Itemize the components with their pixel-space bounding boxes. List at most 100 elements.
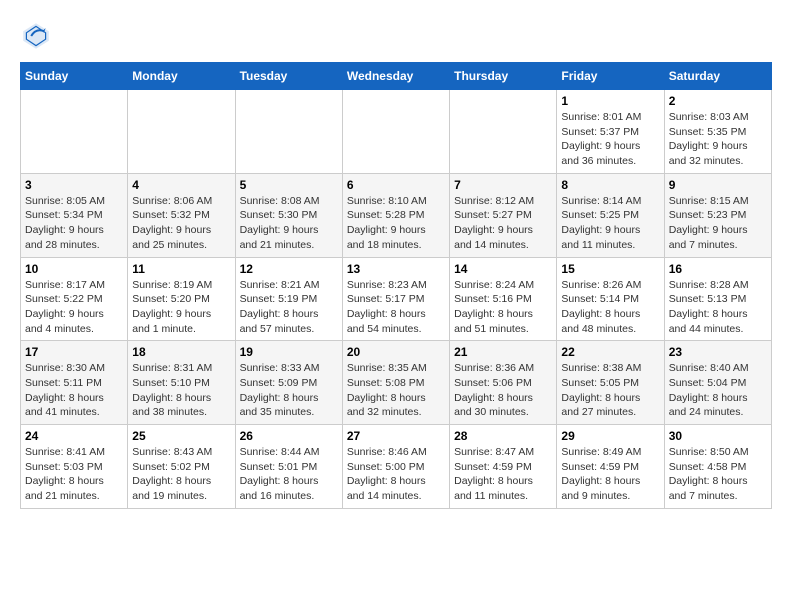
day-number: 6 [347,178,445,192]
header [20,20,772,52]
day-info: Sunrise: 8:23 AM Sunset: 5:17 PM Dayligh… [347,278,445,337]
calendar-week-row: 10 Sunrise: 8:17 AM Sunset: 5:22 PM Dayli… [21,257,772,341]
day-number: 12 [240,262,338,276]
day-number: 29 [561,429,659,443]
day-info: Sunrise: 8:35 AM Sunset: 5:08 PM Dayligh… [347,361,445,420]
day-number: 30 [669,429,767,443]
calendar-cell: 18 Sunrise: 8:31 AM Sunset: 5:10 PM Dayli… [128,341,235,425]
day-number: 15 [561,262,659,276]
calendar-cell: 5 Sunrise: 8:08 AM Sunset: 5:30 PM Daylig… [235,173,342,257]
calendar-cell: 1 Sunrise: 8:01 AM Sunset: 5:37 PM Daylig… [557,90,664,174]
day-info: Sunrise: 8:03 AM Sunset: 5:35 PM Dayligh… [669,110,767,169]
calendar-cell: 22 Sunrise: 8:38 AM Sunset: 5:05 PM Dayli… [557,341,664,425]
weekday-header: Thursday [450,63,557,90]
calendar-cell: 26 Sunrise: 8:44 AM Sunset: 5:01 PM Dayli… [235,425,342,509]
calendar-cell: 8 Sunrise: 8:14 AM Sunset: 5:25 PM Daylig… [557,173,664,257]
calendar-cell [235,90,342,174]
calendar-cell: 7 Sunrise: 8:12 AM Sunset: 5:27 PM Daylig… [450,173,557,257]
calendar-cell: 12 Sunrise: 8:21 AM Sunset: 5:19 PM Dayli… [235,257,342,341]
day-info: Sunrise: 8:30 AM Sunset: 5:11 PM Dayligh… [25,361,123,420]
calendar-cell: 27 Sunrise: 8:46 AM Sunset: 5:00 PM Dayli… [342,425,449,509]
day-info: Sunrise: 8:17 AM Sunset: 5:22 PM Dayligh… [25,278,123,337]
calendar-cell: 6 Sunrise: 8:10 AM Sunset: 5:28 PM Daylig… [342,173,449,257]
weekday-header: Saturday [664,63,771,90]
day-number: 7 [454,178,552,192]
day-number: 1 [561,94,659,108]
day-info: Sunrise: 8:41 AM Sunset: 5:03 PM Dayligh… [25,445,123,504]
calendar-cell: 25Sunrise: 8:43 AM Sunset: 5:02 PM Dayli… [128,425,235,509]
day-info: Sunrise: 8:05 AM Sunset: 5:34 PM Dayligh… [25,194,123,253]
day-info: Sunrise: 8:10 AM Sunset: 5:28 PM Dayligh… [347,194,445,253]
weekday-header: Monday [128,63,235,90]
calendar-cell: 17 Sunrise: 8:30 AM Sunset: 5:11 PM Dayli… [21,341,128,425]
calendar-cell: 10 Sunrise: 8:17 AM Sunset: 5:22 PM Dayli… [21,257,128,341]
day-number: 19 [240,345,338,359]
calendar-week-row: 24 Sunrise: 8:41 AM Sunset: 5:03 PM Dayli… [21,425,772,509]
day-number: 2 [669,94,767,108]
day-info: Sunrise: 8:40 AM Sunset: 5:04 PM Dayligh… [669,361,767,420]
calendar-header-row: SundayMondayTuesdayWednesdayThursdayFrid… [21,63,772,90]
calendar-cell: 3 Sunrise: 8:05 AM Sunset: 5:34 PM Daylig… [21,173,128,257]
day-info: Sunrise: 8:33 AM Sunset: 5:09 PM Dayligh… [240,361,338,420]
calendar-cell [450,90,557,174]
day-number: 27 [347,429,445,443]
day-info: Sunrise: 8:21 AM Sunset: 5:19 PM Dayligh… [240,278,338,337]
day-number: 8 [561,178,659,192]
day-number: 25 [132,429,230,443]
calendar-cell: 4Sunrise: 8:06 AM Sunset: 5:32 PM Daylig… [128,173,235,257]
weekday-header: Tuesday [235,63,342,90]
calendar-cell: 13 Sunrise: 8:23 AM Sunset: 5:17 PM Dayli… [342,257,449,341]
day-number: 26 [240,429,338,443]
day-number: 16 [669,262,767,276]
day-number: 23 [669,345,767,359]
calendar-cell: 19 Sunrise: 8:33 AM Sunset: 5:09 PM Dayli… [235,341,342,425]
calendar-week-row: 17 Sunrise: 8:30 AM Sunset: 5:11 PM Dayli… [21,341,772,425]
day-info: Sunrise: 8:26 AM Sunset: 5:14 PM Dayligh… [561,278,659,337]
calendar-cell: 30Sunrise: 8:50 AM Sunset: 4:58 PM Dayli… [664,425,771,509]
calendar-cell: 23 Sunrise: 8:40 AM Sunset: 5:04 PM Dayli… [664,341,771,425]
day-number: 17 [25,345,123,359]
day-info: Sunrise: 8:44 AM Sunset: 5:01 PM Dayligh… [240,445,338,504]
calendar-cell: 20 Sunrise: 8:35 AM Sunset: 5:08 PM Dayli… [342,341,449,425]
calendar: SundayMondayTuesdayWednesdayThursdayFrid… [20,62,772,509]
day-number: 10 [25,262,123,276]
day-info: Sunrise: 8:31 AM Sunset: 5:10 PM Dayligh… [132,361,230,420]
day-info: Sunrise: 8:28 AM Sunset: 5:13 PM Dayligh… [669,278,767,337]
day-info: Sunrise: 8:14 AM Sunset: 5:25 PM Dayligh… [561,194,659,253]
day-number: 22 [561,345,659,359]
day-info: Sunrise: 8:15 AM Sunset: 5:23 PM Dayligh… [669,194,767,253]
calendar-cell: 14Sunrise: 8:24 AM Sunset: 5:16 PM Dayli… [450,257,557,341]
calendar-week-row: 3 Sunrise: 8:05 AM Sunset: 5:34 PM Daylig… [21,173,772,257]
day-info: Sunrise: 8:12 AM Sunset: 5:27 PM Dayligh… [454,194,552,253]
day-number: 14 [454,262,552,276]
calendar-cell [128,90,235,174]
logo [20,20,56,52]
day-number: 20 [347,345,445,359]
calendar-cell [21,90,128,174]
calendar-cell: 2 Sunrise: 8:03 AM Sunset: 5:35 PM Daylig… [664,90,771,174]
day-info: Sunrise: 8:46 AM Sunset: 5:00 PM Dayligh… [347,445,445,504]
day-number: 13 [347,262,445,276]
calendar-cell: 11 Sunrise: 8:19 AM Sunset: 5:20 PM Dayli… [128,257,235,341]
calendar-cell: 16 Sunrise: 8:28 AM Sunset: 5:13 PM Dayli… [664,257,771,341]
day-info: Sunrise: 8:38 AM Sunset: 5:05 PM Dayligh… [561,361,659,420]
day-info: Sunrise: 8:08 AM Sunset: 5:30 PM Dayligh… [240,194,338,253]
day-number: 21 [454,345,552,359]
calendar-cell: 15 Sunrise: 8:26 AM Sunset: 5:14 PM Dayli… [557,257,664,341]
weekday-header: Sunday [21,63,128,90]
day-info: Sunrise: 8:01 AM Sunset: 5:37 PM Dayligh… [561,110,659,169]
day-number: 4 [132,178,230,192]
day-number: 18 [132,345,230,359]
day-number: 3 [25,178,123,192]
logo-icon [20,20,52,52]
day-number: 24 [25,429,123,443]
day-info: Sunrise: 8:36 AM Sunset: 5:06 PM Dayligh… [454,361,552,420]
day-number: 5 [240,178,338,192]
day-info: Sunrise: 8:49 AM Sunset: 4:59 PM Dayligh… [561,445,659,504]
day-number: 11 [132,262,230,276]
day-info: Sunrise: 8:19 AM Sunset: 5:20 PM Dayligh… [132,278,230,337]
day-info: Sunrise: 8:47 AM Sunset: 4:59 PM Dayligh… [454,445,552,504]
calendar-cell: 28 Sunrise: 8:47 AM Sunset: 4:59 PM Dayli… [450,425,557,509]
calendar-cell: 9Sunrise: 8:15 AM Sunset: 5:23 PM Daylig… [664,173,771,257]
day-number: 28 [454,429,552,443]
